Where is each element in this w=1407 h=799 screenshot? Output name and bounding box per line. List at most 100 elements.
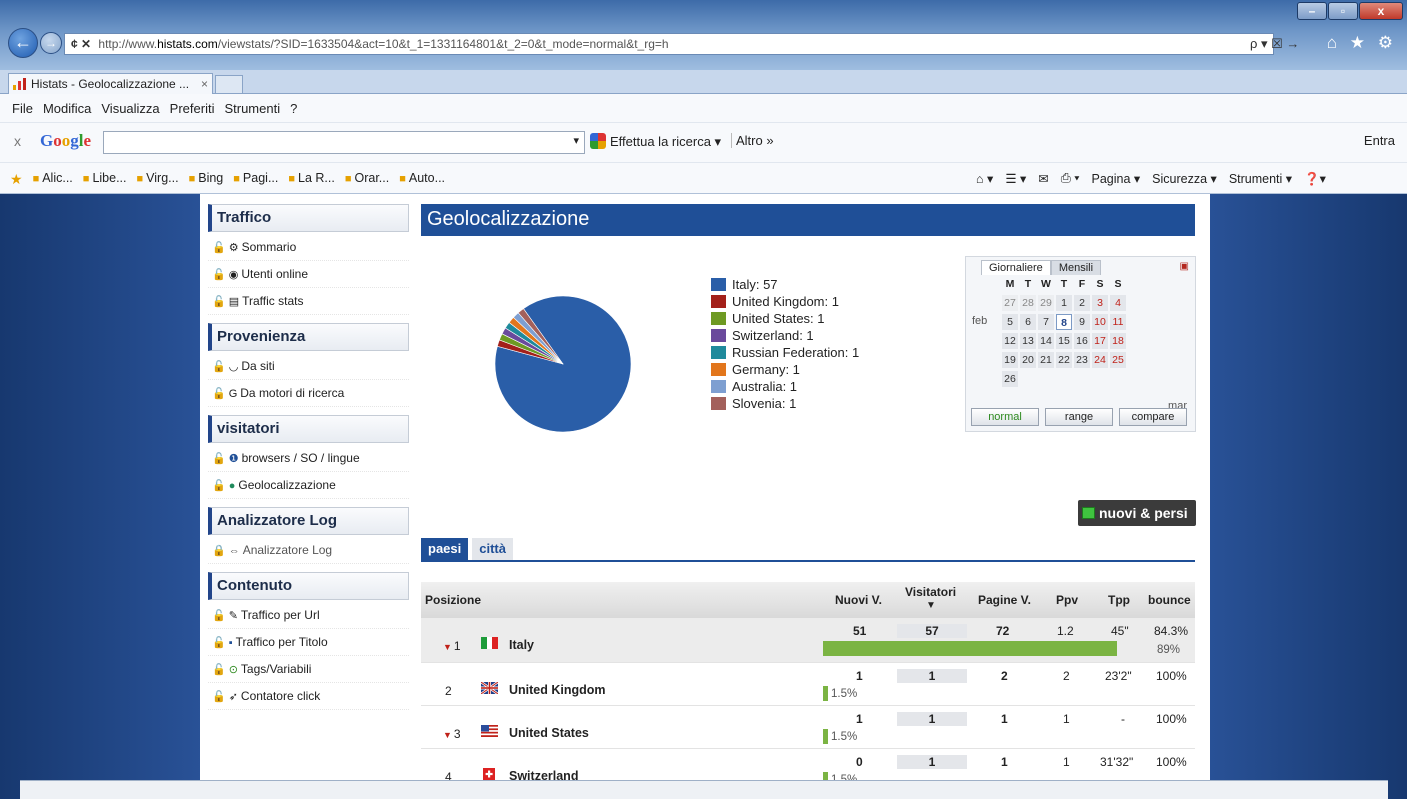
col-ppv[interactable]: Ppv <box>1056 593 1078 607</box>
table-row[interactable]: 2 United Kingdom 1 1 2 2 23'2" 100% 1.5% <box>421 663 1195 706</box>
col-pagine[interactable]: Pagine V. <box>978 593 1031 607</box>
compare-button[interactable]: compare <box>1119 408 1187 426</box>
google-search-button[interactable]: Effettua la ricerca ▾ <box>590 133 721 150</box>
tab-giornaliere[interactable]: Giornaliere <box>981 260 1051 275</box>
calendar-day[interactable]: 26 <box>1002 371 1018 387</box>
new-tab-button[interactable] <box>215 75 243 94</box>
tab-mensili[interactable]: Mensili <box>1050 260 1102 275</box>
google-toolbar-close-icon[interactable]: x <box>14 133 21 149</box>
sidebar-item-tags[interactable]: 🔓 ⊙ Tags/Variabili <box>208 656 409 683</box>
menu-modifica[interactable]: Modifica <box>43 101 91 116</box>
sidebar-item-analizzatore-log[interactable]: 🔒 ⇔ Analizzatore Log <box>208 537 409 564</box>
table-row[interactable]: ▼ 1 Italy 51 57 72 1.2 45" 84.3% 89% <box>421 618 1195 663</box>
nuovi-persi-button[interactable]: nuovi & persi <box>1078 500 1196 526</box>
chevron-down-icon[interactable]: ▾ <box>573 134 579 147</box>
sidebar-item-sommario[interactable]: 🔓 ⚙ Sommario <box>208 234 409 261</box>
google-search-input[interactable]: ▾ <box>103 131 585 154</box>
sidebar-item-contatore-click[interactable]: 🔓 ➶ Contatore click <box>208 683 409 710</box>
tab-citta[interactable]: città <box>472 538 513 560</box>
country-name[interactable]: Italy <box>509 638 534 652</box>
favorite-link[interactable]: Alic... <box>33 171 73 188</box>
calendar-day[interactable]: 1 <box>1056 295 1072 311</box>
col-posizione[interactable]: Posizione <box>425 593 481 607</box>
calendar-day[interactable]: 24 <box>1092 352 1108 368</box>
mail-icon[interactable]: ✉ <box>1038 171 1048 187</box>
calendar-icon[interactable]: ▣ <box>1180 261 1189 272</box>
home-icon[interactable]: ⌂ ▾ <box>976 171 993 187</box>
tab-histats[interactable]: Histats - Geolocalizzazione ... × <box>8 73 213 94</box>
forward-button[interactable]: → <box>40 32 62 54</box>
sidebar-item-geolocalizzazione[interactable]: 🔓 ● Geolocalizzazione <box>208 472 409 499</box>
sidebar-item-motori-ricerca[interactable]: 🔓 G Da motori di ricerca <box>208 380 409 407</box>
calendar-day[interactable]: 20 <box>1020 352 1036 368</box>
calendar-day[interactable]: 19 <box>1002 352 1018 368</box>
col-bounce[interactable]: bounce <box>1148 593 1191 607</box>
sidebar-item-browsers[interactable]: 🔓 ❶ browsers / SO / lingue <box>208 445 409 472</box>
col-nuovi[interactable]: Nuovi V. <box>835 593 882 607</box>
help-icon[interactable]: ❓▾ <box>1304 171 1326 187</box>
calendar-day[interactable]: 4 <box>1110 295 1126 311</box>
col-visitatori[interactable]: Visitatori <box>905 585 956 599</box>
menu-help[interactable]: ? <box>290 101 297 116</box>
calendar-day[interactable]: 7 <box>1038 314 1054 330</box>
menu-preferiti[interactable]: Preferiti <box>170 101 215 116</box>
back-button[interactable]: ← <box>8 28 38 58</box>
favorite-link[interactable]: Libe... <box>83 171 126 188</box>
altro-button[interactable]: Altro » <box>731 133 774 148</box>
favorite-link[interactable]: La R... <box>288 171 335 188</box>
calendar-day[interactable]: 3 <box>1092 295 1108 311</box>
calendar-day[interactable]: 18 <box>1110 333 1126 349</box>
calendar-day[interactable]: 25 <box>1110 352 1126 368</box>
menu-sicurezza[interactable]: Sicurezza ▾ <box>1152 171 1217 187</box>
sidebar-item-traffic-stats[interactable]: 🔓 ▤ Traffic stats <box>208 288 409 315</box>
calendar-day[interactable]: 22 <box>1056 352 1072 368</box>
menu-visualizza[interactable]: Visualizza <box>101 101 159 116</box>
tab-paesi[interactable]: paesi <box>421 538 469 560</box>
table-row[interactable]: ▼ 3 United States 1 1 1 1 - 100% 1.5% <box>421 706 1195 749</box>
calendar-day[interactable]: 29 <box>1038 295 1054 311</box>
sidebar-section-visitatori[interactable]: visitatori <box>208 415 409 443</box>
print-icon[interactable]: ⎙ ▾ <box>1061 171 1080 187</box>
calendar-day[interactable]: 13 <box>1020 333 1036 349</box>
calendar-day[interactable]: 14 <box>1038 333 1054 349</box>
sidebar-section-traffico[interactable]: Traffico <box>208 204 409 232</box>
favorite-link[interactable]: Bing <box>189 171 223 188</box>
tab-close-icon[interactable]: × <box>201 74 208 94</box>
favorite-link[interactable]: Pagi... <box>233 171 278 188</box>
sidebar-section-analizzatore-log[interactable]: Analizzatore Log <box>208 507 409 535</box>
calendar-day[interactable]: 5 <box>1002 314 1018 330</box>
calendar-day[interactable]: 9 <box>1074 314 1090 330</box>
country-name[interactable]: United Kingdom <box>509 683 606 697</box>
calendar-day[interactable]: 2 <box>1074 295 1090 311</box>
calendar-day[interactable]: 28 <box>1020 295 1036 311</box>
calendar-day[interactable]: 23 <box>1074 352 1090 368</box>
favorite-link[interactable]: Orar... <box>345 171 390 188</box>
minimize-button[interactable]: – <box>1297 2 1327 20</box>
sort-down-icon[interactable]: ▼ <box>926 600 936 611</box>
maximize-button[interactable]: ▫ <box>1328 2 1358 20</box>
search-dropdown-icon[interactable]: ρ ▾ ☒ → <box>1250 33 1299 55</box>
calendar-day[interactable]: 17 <box>1092 333 1108 349</box>
favorites-star-icon[interactable]: ★ <box>10 171 23 188</box>
sidebar-item-traffico-titolo[interactable]: 🔓 ▪ Traffico per Titolo <box>208 629 409 656</box>
menu-pagina[interactable]: Pagina ▾ <box>1092 171 1141 187</box>
calendar-day[interactable]: 11 <box>1110 314 1126 330</box>
calendar-day[interactable]: 10 <box>1092 314 1108 330</box>
normal-button[interactable]: normal <box>971 408 1039 426</box>
favorite-link[interactable]: Auto... <box>399 171 445 188</box>
sidebar-item-utenti-online[interactable]: 🔓 ◉ Utenti online <box>208 261 409 288</box>
sidebar-item-da-siti[interactable]: 🔓 ◡ Da siti <box>208 353 409 380</box>
reload-stop-icon[interactable]: ¢ ✕ <box>71 37 91 51</box>
country-name[interactable]: United States <box>509 726 589 740</box>
menu-strumenti-cmd[interactable]: Strumenti ▾ <box>1229 171 1292 187</box>
sidebar-section-provenienza[interactable]: Provenienza <box>208 323 409 351</box>
calendar-day[interactable]: 21 <box>1038 352 1054 368</box>
calendar-day[interactable]: 27 <box>1002 295 1018 311</box>
col-tpp[interactable]: Tpp <box>1108 593 1130 607</box>
calendar-day[interactable]: 8 <box>1056 314 1072 330</box>
feeds-icon[interactable]: ☰ ▾ <box>1005 171 1026 187</box>
calendar-day[interactable]: 16 <box>1074 333 1090 349</box>
favorite-link[interactable]: Virg... <box>137 171 178 188</box>
sidebar-section-contenuto[interactable]: Contenuto <box>208 572 409 600</box>
menu-file[interactable]: File <box>12 101 33 116</box>
